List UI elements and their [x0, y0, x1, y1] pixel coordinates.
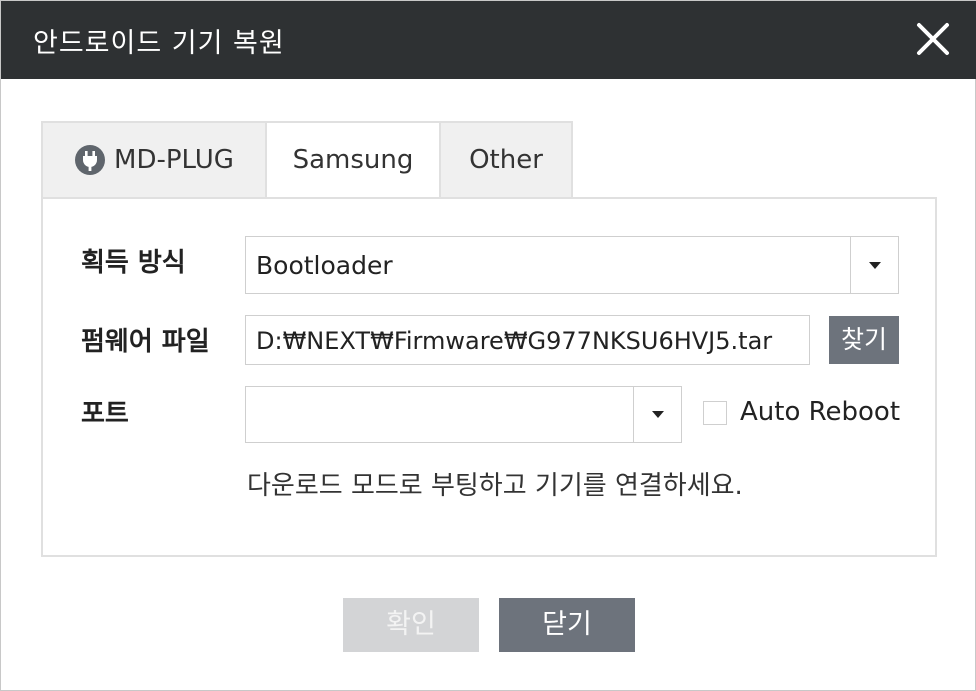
- port-select[interactable]: [245, 386, 682, 443]
- acquisition-dropdown-arrow[interactable]: [850, 237, 898, 293]
- chevron-down-icon: [868, 261, 881, 269]
- acquisition-method-label: 획득 방식: [81, 248, 186, 278]
- dialog-title: 안드로이드 기기 복원: [33, 28, 285, 59]
- plug-icon: [74, 144, 106, 176]
- browse-button[interactable]: 찾기: [829, 316, 899, 364]
- close-button[interactable]: 닫기: [499, 598, 635, 652]
- acquisition-method-value: Bootloader: [256, 251, 393, 280]
- connection-hint-text: 다운로드 모드로 부팅하고 기기를 연결하세요.: [247, 471, 743, 501]
- chevron-down-icon: [651, 411, 664, 418]
- tab-bar: MD-PLUG Samsung Other: [41, 121, 573, 199]
- tab-other[interactable]: Other: [439, 121, 573, 199]
- close-icon[interactable]: [915, 21, 951, 57]
- title-bar: 안드로이드 기기 복원: [1, 1, 976, 79]
- tab-samsung[interactable]: Samsung: [265, 121, 439, 199]
- port-dropdown-arrow[interactable]: [633, 387, 681, 442]
- acquisition-method-select[interactable]: Bootloader: [245, 236, 899, 294]
- auto-reboot-label[interactable]: Auto Reboot: [740, 397, 900, 427]
- tab-md-plug[interactable]: MD-PLUG: [41, 121, 265, 199]
- port-label: 포트: [81, 399, 129, 429]
- firmware-file-label: 펌웨어 파일: [81, 327, 210, 357]
- confirm-button[interactable]: 확인: [343, 598, 479, 652]
- tab-md-plug-label: MD-PLUG: [114, 145, 234, 175]
- restore-dialog: 안드로이드 기기 복원 MD-PLUG Samsung Other 획득 방식 …: [0, 0, 976, 691]
- auto-reboot-checkbox[interactable]: [703, 401, 727, 425]
- firmware-file-input[interactable]: D:₩NEXT₩Firmware₩G977NKSU6HVJ5.tar: [245, 315, 810, 365]
- tab-other-label: Other: [469, 145, 543, 175]
- tab-samsung-label: Samsung: [292, 145, 414, 175]
